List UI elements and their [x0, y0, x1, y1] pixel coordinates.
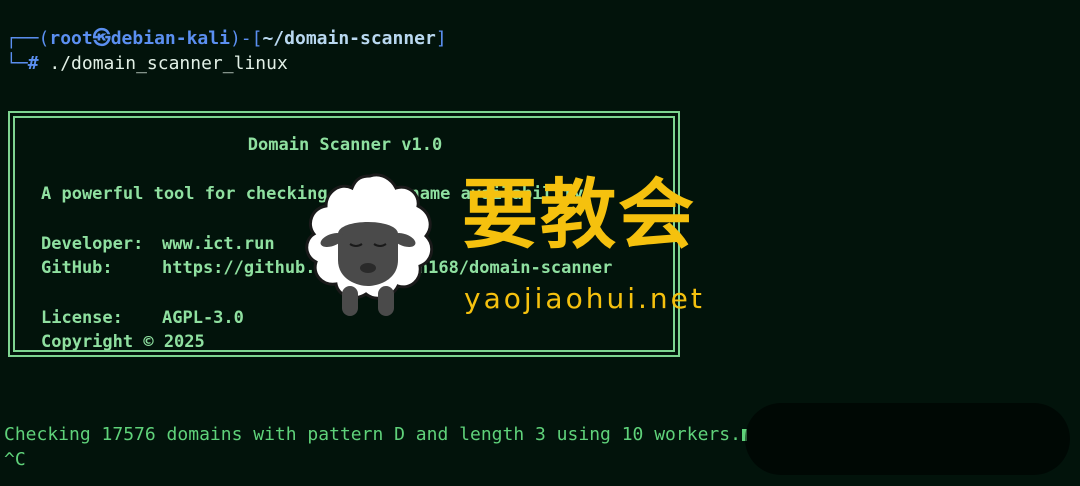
license-label: License:	[41, 308, 123, 328]
watermark: 要教会 yaojiaohui.net	[300, 160, 760, 330]
sheep-icon	[305, 173, 434, 316]
banner-title: Domain Scanner v1.0	[247, 135, 443, 155]
prompt-open-paren: (	[38, 28, 50, 49]
status-text: Checking 17576 domains with pattern D an…	[4, 424, 741, 445]
prompt-open-bracket: [	[251, 28, 263, 49]
license-value: AGPL-3.0	[162, 308, 244, 328]
developer-value: www.ict.run	[162, 234, 275, 254]
status-line: Checking 17576 domains with pattern D an…	[4, 423, 747, 447]
prompt-corner-bottom: └─	[6, 53, 28, 74]
prompt-at-symbol: ㉿	[92, 28, 111, 49]
watermark-url: yaojiaohui.net	[464, 282, 705, 315]
overlay-shadow	[745, 403, 1070, 475]
command-text: ./domain_scanner_linux	[49, 53, 288, 74]
terminal-window[interactable]: ┌──(root㉿debian-kali)-[~/domain-scanner]…	[0, 0, 1080, 486]
prompt-hash: #	[27, 53, 39, 74]
banner-license-row: License: AGPL-3.0	[41, 306, 244, 330]
interrupt-signal: ^C	[4, 449, 26, 470]
banner-developer-row: Developer: www.ict.run	[41, 232, 275, 256]
shell-prompt-header: ┌──(root㉿debian-kali)-[~/domain-scanner]	[6, 27, 447, 51]
developer-label: Developer:	[41, 234, 144, 254]
prompt-close-bracket: ]	[435, 28, 447, 49]
prompt-corner-top: ┌──	[6, 28, 39, 49]
prompt-dash: -	[240, 28, 252, 49]
github-label: GitHub:	[41, 258, 113, 278]
watermark-chinese-text: 要教会	[462, 170, 696, 259]
prompt-path: ~/domain-scanner	[262, 28, 436, 49]
prompt-host: debian-kali	[110, 28, 230, 49]
prompt-close-paren: )	[229, 28, 241, 49]
banner-copyright: Copyright © 2025	[41, 332, 205, 352]
prompt-user: root	[49, 28, 93, 49]
command-line[interactable]: └─# ./domain_scanner_linux	[6, 52, 288, 76]
